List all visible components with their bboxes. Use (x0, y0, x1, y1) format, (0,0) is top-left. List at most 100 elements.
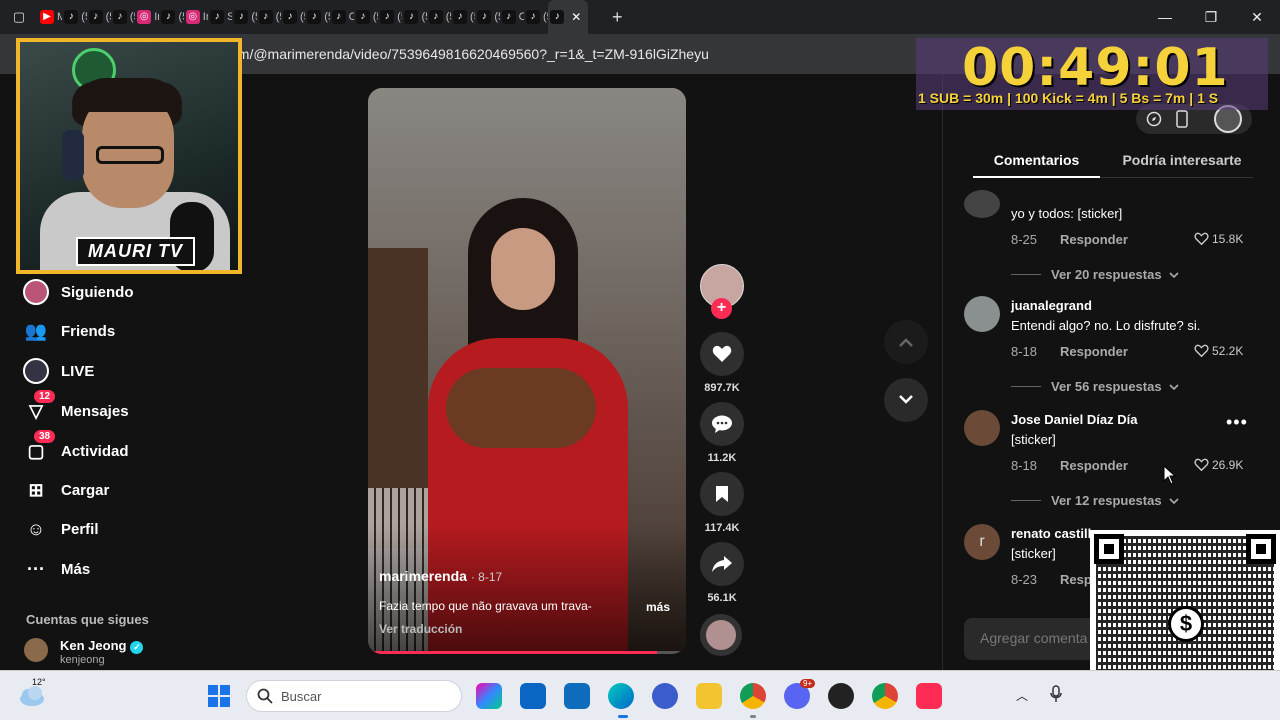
like-button[interactable] (700, 332, 744, 376)
sidebar-item-cargar[interactable]: ⊞ Cargar (22, 475, 109, 505)
caption-more-button[interactable]: más (646, 600, 670, 614)
comment-avatar[interactable] (964, 410, 1000, 446)
comment-username[interactable]: renato castill (1011, 526, 1091, 541)
heart-icon (712, 345, 732, 362)
sidebar-item-label: Cargar (61, 481, 110, 499)
tab-related[interactable]: Podría interesarte (1112, 152, 1252, 168)
view-replies-button[interactable]: Ver 56 respuestas (1011, 379, 1180, 394)
view-replies-button[interactable]: Ver 12 respuestas (1011, 493, 1180, 508)
browser-tab[interactable]: ♪Co (330, 0, 354, 34)
sidebar-item-label: LIVE (61, 362, 95, 380)
copilot-icon[interactable] (476, 683, 502, 709)
translate-link[interactable]: Ver traducción (379, 622, 462, 636)
chrome-profile-icon[interactable] (872, 683, 898, 709)
edge-icon[interactable] (608, 683, 634, 709)
share-button[interactable] (700, 542, 744, 586)
notification-badge: 12 (34, 390, 56, 403)
browser-tab[interactable]: ♪(5( (475, 0, 500, 34)
close-tab-icon[interactable]: ✕ (571, 10, 581, 24)
chrome-icon[interactable] (740, 683, 766, 709)
sidebar-item-siguiendo[interactable]: Siguiendo (22, 277, 134, 307)
close-window-icon[interactable]: ✕ (1234, 0, 1280, 34)
browser-icon[interactable] (652, 683, 678, 709)
tiktok-icon: ♪ (428, 10, 443, 24)
browser-tab[interactable]: ♪(5( (159, 0, 184, 34)
next-video-button[interactable] (884, 378, 928, 422)
store-icon[interactable] (520, 683, 546, 709)
comment-icon (712, 415, 732, 433)
reply-button[interactable]: Responder (1060, 344, 1128, 359)
tab-actions-icon[interactable]: ▢ (0, 0, 38, 34)
comment-like-button[interactable]: 52.2K (1194, 344, 1243, 358)
chevron-up-icon (899, 338, 913, 347)
sidebar-item-perfil[interactable]: ☺ Perfil (22, 514, 99, 544)
reply-button[interactable]: Responder (1060, 458, 1128, 473)
browser-tab[interactable]: ♪Ca (500, 0, 524, 34)
browser-tab[interactable]: ♪(5( (305, 0, 330, 34)
followed-account[interactable]: Ken Jeong ✓ kenjeong (24, 638, 144, 666)
tiktok-app-icon[interactable] (916, 683, 942, 709)
obs-icon[interactable] (828, 683, 854, 709)
browser-tab[interactable]: ♪(5( (87, 0, 111, 34)
restore-icon[interactable]: ❐ (1188, 0, 1234, 34)
browser-tab[interactable]: ♪(5( (402, 0, 427, 34)
browser-tab[interactable]: ♪(5( (281, 0, 305, 34)
comment-like-count: 26.9K (1212, 458, 1244, 472)
browser-tab[interactable]: ♪(5( (232, 0, 257, 34)
view-replies-button[interactable]: Ver 20 respuestas (1011, 267, 1180, 282)
sidebar-item-mensajes[interactable]: ▽ 12 Mensajes (22, 390, 129, 426)
comment-username[interactable]: Jose Daniel Díaz Día (1011, 412, 1137, 427)
tab-comments[interactable]: Comentarios (973, 152, 1100, 178)
sidebar-item-ms[interactable]: ··· Más (22, 554, 90, 584)
browser-tab[interactable]: ♪(5( (524, 0, 548, 34)
comment-avatar[interactable]: r (964, 524, 1000, 560)
sidebar-item-actividad[interactable]: ▢ 38 Actividad (22, 430, 129, 466)
taskbar-search[interactable]: Buscar (246, 680, 462, 712)
comment-avatar[interactable] (964, 190, 1000, 218)
reply-button[interactable]: Responder (1060, 232, 1128, 247)
comment-like-button[interactable]: 15.8K (1194, 232, 1243, 246)
tray-expand-icon[interactable]: ︿ (1016, 687, 1028, 704)
sidebar-item-friends[interactable]: 👥 Friends (22, 316, 115, 346)
browser-tab[interactable]: ♪(5( (354, 0, 378, 34)
messages-icon: ▽ 12 (22, 390, 56, 425)
reply-button[interactable]: Resp (1060, 572, 1092, 587)
browser-tab[interactable]: ♪(5( (257, 0, 281, 34)
active-tab[interactable]: ♪ ✕ (548, 0, 589, 34)
music-disc-icon[interactable] (700, 614, 742, 656)
follow-plus-icon[interactable]: + (711, 298, 732, 319)
comment-text: yo y todos: [sticker] (1011, 206, 1123, 221)
youtube-icon: ▶ (40, 10, 54, 24)
compass-icon[interactable] (1146, 111, 1162, 127)
browser-tab[interactable]: ◎Ins (184, 0, 208, 34)
video-date: · 8-17 (470, 570, 503, 584)
comment-button[interactable] (700, 402, 744, 446)
comment-avatar[interactable] (964, 296, 1000, 332)
url-field[interactable]: om/@marimerenda/video/753964981662046956… (230, 46, 709, 62)
browser-tab[interactable]: ♪Si, (208, 0, 232, 34)
browser-tab[interactable]: ♪(5( (111, 0, 135, 34)
new-tab-button[interactable]: + (600, 7, 634, 28)
browser-tab[interactable]: ▶MI (38, 0, 62, 34)
sidebar-item-label: Actividad (61, 442, 129, 460)
previous-video-button[interactable] (884, 320, 928, 364)
minimize-icon[interactable]: — (1142, 0, 1188, 34)
sidebar-item-live[interactable]: LIVE (22, 356, 94, 386)
browser-tab[interactable]: ♪(5( (427, 0, 451, 34)
browser-tab[interactable]: ♪(5( (62, 0, 87, 34)
comment-like-button[interactable]: 26.9K (1194, 458, 1243, 472)
file-explorer-icon[interactable] (696, 683, 722, 709)
outlook-icon[interactable] (564, 683, 590, 709)
save-button[interactable] (700, 472, 744, 516)
chevron-down-icon (899, 395, 913, 404)
microphone-icon[interactable] (1050, 685, 1062, 703)
browser-tab[interactable]: ◎Ins (135, 0, 159, 34)
video-progress-bar[interactable] (368, 651, 686, 654)
comment-username[interactable]: juanalegrand (1011, 298, 1092, 313)
phone-icon[interactable] (1176, 110, 1188, 128)
browser-tab[interactable]: ♪(5( (451, 0, 475, 34)
comment-more-options-icon[interactable]: ••• (1226, 412, 1248, 433)
start-button[interactable] (208, 685, 230, 707)
video-author[interactable]: marimerenda · 8-17 (379, 568, 502, 584)
browser-tab[interactable]: ♪(5( (378, 0, 402, 34)
